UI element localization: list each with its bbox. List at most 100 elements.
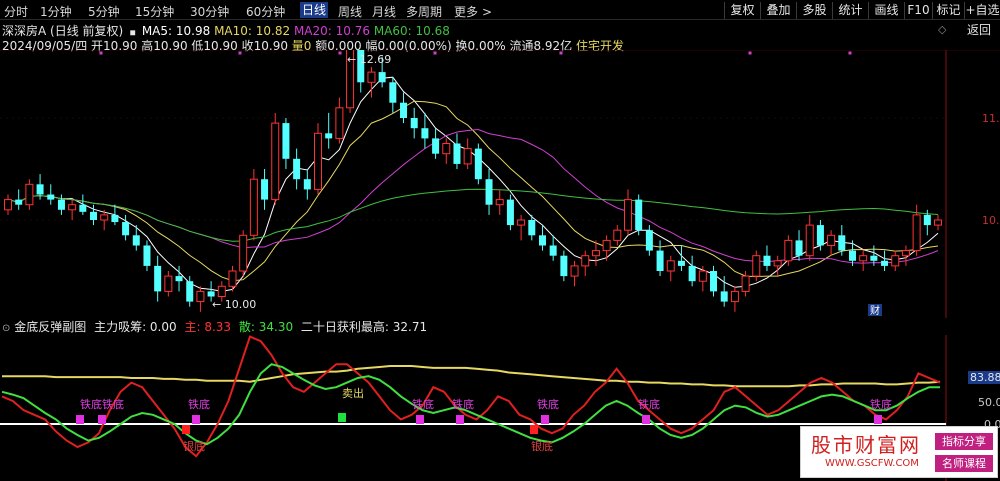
ma60-label: MA60: 10.68 [373,24,450,38]
candle [79,194,87,215]
candle [602,235,611,261]
ma5-label: MA5: 10.98 [141,24,211,38]
main-accumulation-label: 主力吸筹: 0.00 [94,320,177,334]
add-favorite-button[interactable]: +自选 [964,2,1000,19]
f10-button[interactable]: F10 [904,2,932,19]
chevron-right-icon: > [482,5,493,19]
draw-line-button[interactable]: 画线 [868,2,904,19]
overlay-button[interactable]: 叠加 [760,2,796,19]
high-price-marker: ← 12.69 [347,53,391,66]
candle [314,123,322,195]
candle [635,194,643,236]
candle [453,133,461,169]
candle [773,255,782,277]
signal-dot [848,51,852,55]
chart-mode: (日线 前复权) [50,24,124,38]
tag-master-courses[interactable]: 名师课程 [935,455,993,472]
tag-indicator-share[interactable]: 指标分享 [935,433,993,450]
candle [827,230,836,256]
candle [463,138,472,169]
arrow-left-icon: ← [212,298,225,311]
candle [645,225,653,256]
candle [784,235,793,266]
candle [570,260,579,287]
tiedi-marker [541,415,549,424]
period-tab-daily[interactable]: 日线 [300,2,329,18]
current-value-tag: 83.88 [968,371,1000,384]
mark-button[interactable]: 标记 [932,2,964,19]
candle [400,92,408,124]
period-tab-5min[interactable]: 5分钟 [88,3,120,20]
signal-label-sell: 卖出 [342,386,364,400]
fuquan-button[interactable]: 复权 [724,2,760,19]
candle [25,179,34,210]
cost-line [2,365,941,388]
candle [367,67,376,98]
candle [303,169,311,200]
candle [495,189,504,215]
candle [934,214,942,231]
signal-dot [99,51,103,55]
period-tab-15min[interactable]: 15分钟 [135,3,174,20]
candle [196,286,205,312]
signal-label-tiedi: 铁底 [452,397,474,411]
back-button[interactable]: 返回 [958,22,1000,39]
candle [474,143,482,185]
period-tab-more[interactable]: 更多 > [454,3,492,20]
period-tab-timeshare[interactable]: 分时 [4,3,28,20]
candle [688,255,696,287]
candle [228,265,237,292]
sub-axis-tick: 50.0 [978,396,1000,409]
candle [57,194,65,215]
profit-label: 二十日获利最高: 32.71 [300,320,428,334]
candle [68,199,77,220]
signal-dots [99,51,852,55]
candle [143,240,151,271]
candle [47,184,55,205]
candle [132,225,140,251]
signal-label-tiedi: 铁底 [638,397,660,411]
candles [4,50,942,312]
candle [164,271,173,297]
site-url: WWW.GSCFW.COM [825,458,919,469]
signal-markers: 铁底铁底 铁底 铁底 铁底 铁底 铁底 铁底银底 银底卖出 [76,386,892,453]
candle [891,250,900,271]
candle [517,214,526,241]
ma60-line [7,188,939,242]
candle [666,255,675,282]
candle [805,214,814,261]
candle [15,189,23,210]
sub-chart-header: ⊙ 金底反弹副图 主力吸筹: 0.00 主: 8.33 散: 34.30 二十日… [0,318,1000,334]
tiedi-marker [98,415,106,424]
period-tab-multi[interactable]: 多周期 [406,3,442,20]
stock-name: 深深房A [2,24,47,38]
ma20-label: MA20: 10.76 [293,24,370,38]
diamond-icon[interactable]: ◇ [938,23,946,36]
candle [901,245,910,266]
candle [261,169,269,210]
price-axis-tick: 11.9 [982,112,1000,125]
candle [154,255,162,302]
period-tab-30min[interactable]: 30分钟 [190,3,229,20]
stats-button[interactable]: 统计 [832,2,868,19]
candle [485,169,493,215]
candle [442,138,451,164]
settings-icon[interactable]: ⊙ [2,323,10,334]
yindi-marker [530,425,538,434]
candlestick-chart[interactable]: ← 12.69 ← 10.00 财 [0,50,1000,318]
signal-label-tiedi: 铁底 [188,397,210,411]
ma10-label: MA10: 10.82 [214,24,291,38]
signal-label-tiedi: 铁底 [412,397,434,411]
multi-stock-button[interactable]: 多股 [796,2,832,19]
candle [282,118,290,169]
site-watermark: 股市财富网 WWW.GSCFW.COM 指标分享 名师课程 [800,426,998,478]
period-tab-60min[interactable]: 60分钟 [246,3,285,20]
period-tab-1min[interactable]: 1分钟 [40,3,72,20]
candle [710,265,718,297]
signal-label-yindi: 银底 [531,439,553,453]
tiedi-marker [192,415,200,424]
period-tab-weekly[interactable]: 周线 [338,3,362,20]
sub-chart-title[interactable]: 金底反弹副图 [14,320,86,334]
candle [730,286,739,312]
period-tab-monthly[interactable]: 月线 [372,3,396,20]
